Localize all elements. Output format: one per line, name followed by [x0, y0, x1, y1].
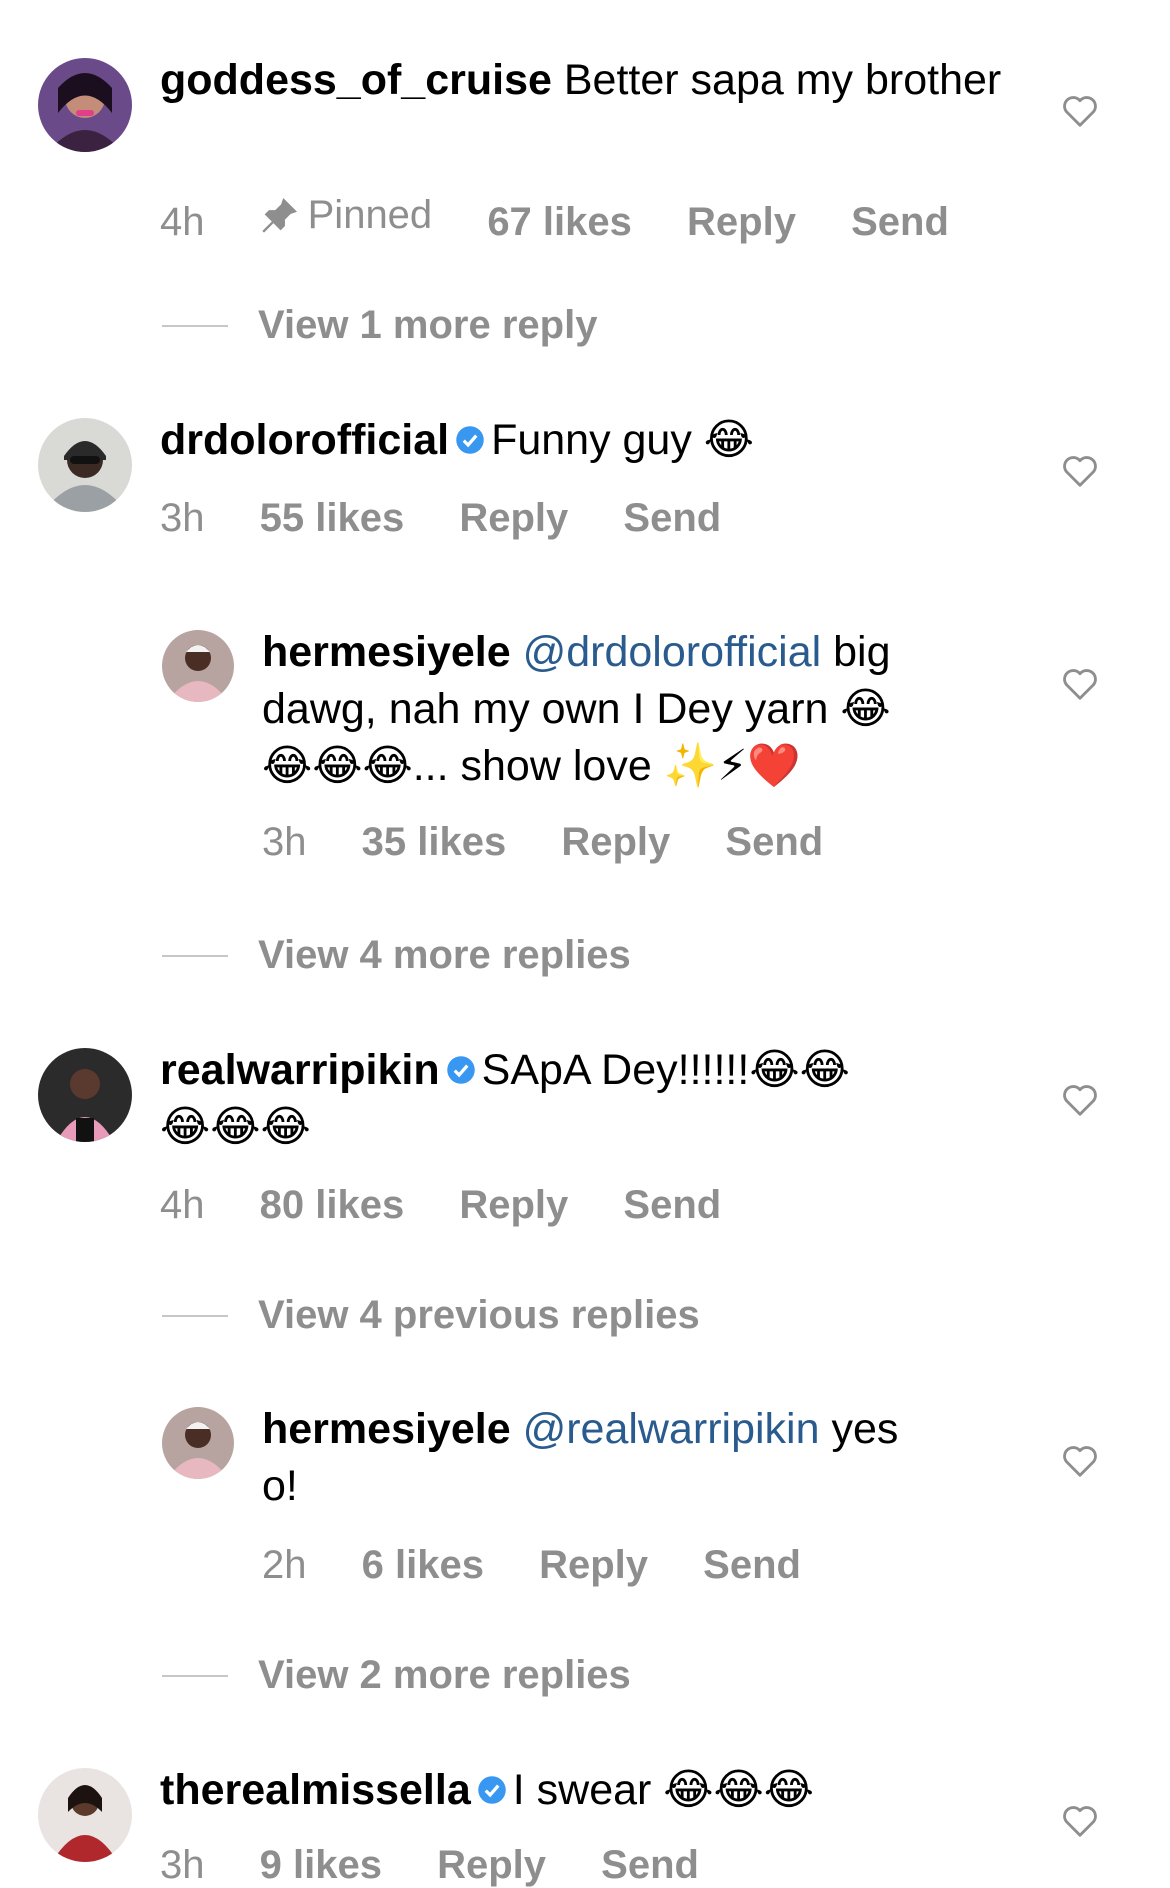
username[interactable]: hermesiyele [262, 628, 511, 676]
username[interactable]: goddess_of_cruise [160, 56, 552, 104]
avatar[interactable] [38, 1048, 132, 1142]
reply-button[interactable]: Reply [687, 200, 796, 244]
divider [162, 1314, 228, 1317]
likes-count[interactable]: 35 likes [362, 820, 507, 864]
send-button[interactable]: Send [703, 1543, 801, 1587]
comment-body: I swear 😂😂😂 [512, 1766, 815, 1814]
view-more-replies[interactable]: View 1 more reply [162, 303, 597, 348]
comment-text: hermesiyele @realwarripikin yes o! [262, 1401, 1002, 1515]
comment-body: Better sapa my brother [563, 56, 1002, 104]
comment-line-3: 😂😂😂... show love ✨⚡❤️ [262, 742, 801, 790]
verified-badge-icon [446, 1055, 475, 1084]
view-more-replies[interactable]: View 2 more replies [162, 1653, 631, 1698]
comment-meta: 3h 9 likes Reply Send [160, 1843, 743, 1888]
pin-icon [261, 197, 297, 233]
comment-line-1: realwarripikin SApA Dey!!!!!!😂😂 [160, 1042, 1020, 1099]
heart-icon[interactable] [1061, 666, 1099, 702]
avatar[interactable] [38, 418, 132, 512]
timestamp: 4h [160, 199, 205, 244]
reply-button[interactable]: Reply [459, 496, 568, 540]
comment-text: realwarripikin SApA Dey!!!!!!😂😂 😂😂😂 [160, 1042, 1020, 1156]
pinned-label: Pinned [307, 193, 433, 237]
reply-button[interactable]: Reply [561, 820, 670, 864]
heart-icon[interactable] [1061, 1082, 1099, 1118]
comment-meta: 3h 35 likes Reply Send [262, 820, 867, 865]
view-more-label[interactable]: View 4 previous replies [258, 1293, 700, 1338]
verified-badge-icon [456, 425, 484, 454]
comment-line-1: hermesiyele @drdolorofficial big [262, 624, 1002, 681]
comment-meta: 4h Pinned 67 likes Reply Send [160, 193, 993, 245]
comment-meta: 4h 80 likes Reply Send [160, 1183, 765, 1228]
username[interactable]: hermesiyele [262, 1405, 511, 1453]
avatar[interactable] [38, 58, 132, 152]
timestamp: 3h [262, 820, 307, 864]
likes-count[interactable]: 67 likes [487, 200, 632, 244]
avatar-image [38, 58, 132, 152]
username[interactable]: drdolorofficial [160, 416, 449, 464]
comment-line-2: o! [262, 1462, 298, 1510]
timestamp: 4h [160, 1183, 205, 1227]
heart-icon[interactable] [1061, 1443, 1099, 1479]
comment-line-1: hermesiyele @realwarripikin yes [262, 1401, 1002, 1458]
reply-button[interactable]: Reply [437, 1843, 546, 1887]
view-more-label[interactable]: View 4 more replies [258, 933, 631, 978]
send-button[interactable]: Send [601, 1843, 699, 1887]
comment-text: therealmissella I swear 😂😂😂 [160, 1762, 1020, 1819]
heart-icon[interactable] [1061, 93, 1099, 129]
comment-body: yes [831, 1405, 899, 1453]
comment-body: big [833, 628, 891, 676]
comment-line-2: dawg, nah my own I Dey yarn 😂 [262, 685, 891, 733]
timestamp: 3h [160, 1843, 205, 1887]
view-previous-replies[interactable]: View 4 previous replies [162, 1293, 700, 1338]
avatar[interactable] [162, 630, 234, 702]
view-more-label[interactable]: View 1 more reply [258, 303, 597, 348]
likes-count[interactable]: 9 likes [260, 1843, 382, 1887]
comment-text: goddess_of_cruise Better sapa my brother [160, 52, 1020, 109]
reply-button[interactable]: Reply [539, 1543, 648, 1587]
heart-icon[interactable] [1061, 1803, 1099, 1839]
avatar[interactable] [38, 1768, 132, 1862]
comment-body: SApA Dey!!!!!!😂😂 [481, 1046, 850, 1094]
comment-meta: 3h 55 likes Reply Send [160, 496, 765, 541]
likes-count[interactable]: 80 likes [260, 1183, 405, 1227]
username[interactable]: realwarripikin [160, 1046, 440, 1094]
likes-count[interactable]: 55 likes [260, 496, 405, 540]
avatar-image [38, 418, 132, 512]
avatar-image [162, 630, 234, 702]
divider [162, 954, 228, 957]
mention-link[interactable]: @drdolorofficial [523, 628, 822, 676]
avatar[interactable] [162, 1407, 234, 1479]
timestamp: 2h [262, 1543, 307, 1587]
divider [162, 1674, 228, 1677]
avatar-image [38, 1048, 132, 1142]
comment-text: drdolorofficial Funny guy 😂 [160, 412, 1020, 469]
pinned-indicator: Pinned [260, 193, 433, 238]
timestamp: 3h [160, 496, 205, 540]
comment-meta: 2h 6 likes Reply Send [262, 1543, 845, 1588]
avatar-image [162, 1407, 234, 1479]
reply-button[interactable]: Reply [459, 1183, 568, 1227]
comment-line-2: 😂😂😂 [160, 1103, 311, 1151]
verified-badge-icon [478, 1775, 506, 1804]
avatar-image [38, 1768, 132, 1862]
send-button[interactable]: Send [623, 496, 721, 540]
view-more-replies[interactable]: View 4 more replies [162, 933, 631, 978]
heart-icon[interactable] [1061, 453, 1099, 489]
likes-count[interactable]: 6 likes [362, 1543, 484, 1587]
send-button[interactable]: Send [623, 1183, 721, 1227]
send-button[interactable]: Send [725, 820, 823, 864]
username[interactable]: therealmissella [160, 1766, 471, 1814]
view-more-label[interactable]: View 2 more replies [258, 1653, 631, 1698]
comment-body: Funny guy 😂 [491, 416, 755, 464]
comment-text: hermesiyele @drdolorofficial big dawg, n… [262, 624, 1002, 795]
divider [162, 324, 228, 327]
send-button[interactable]: Send [851, 200, 949, 244]
mention-link[interactable]: @realwarripikin [523, 1405, 820, 1453]
